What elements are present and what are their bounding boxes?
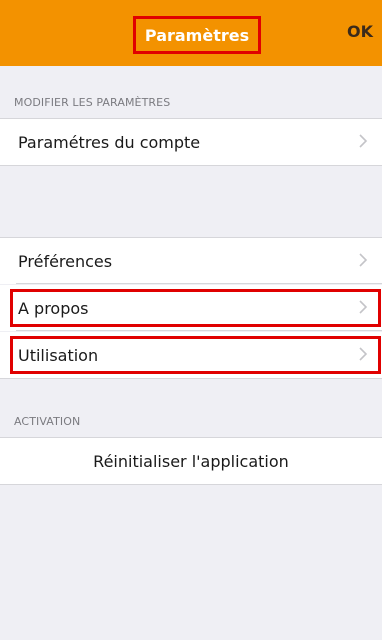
usage-label: Utilisation [18,345,99,365]
reset-app-button[interactable]: Réinitialiser l'application [0,452,382,471]
account-settings-label: Paramétres du compte [18,132,201,152]
chevron-right-icon [359,347,368,361]
divider [16,330,382,331]
nav-bar: Paramètres OK [0,0,382,66]
chevron-right-icon [359,253,368,267]
chevron-right-icon [359,300,368,314]
usage-row[interactable]: Utilisation [0,332,382,378]
ok-button[interactable]: OK [347,22,373,41]
about-label: A propos [18,298,89,318]
divider [0,484,382,485]
account-settings-row[interactable]: Paramétres du compte [0,119,382,165]
chevron-right-icon [359,134,368,148]
divider [0,378,382,379]
preferences-label: Préférences [18,251,113,271]
divider [0,165,382,166]
reset-app-row[interactable]: Réinitialiser l'application [0,438,382,484]
page-title: Paramètres [144,25,250,45]
preferences-row[interactable]: Préférences [0,238,382,284]
nav-title-highlight: Paramètres [133,16,261,54]
divider [16,283,382,284]
about-row[interactable]: A propos [0,285,382,331]
section-header-activation: ACTIVATION [14,415,81,428]
section-header-modify: MODIFIER LES PARAMÈTRES [14,96,171,109]
